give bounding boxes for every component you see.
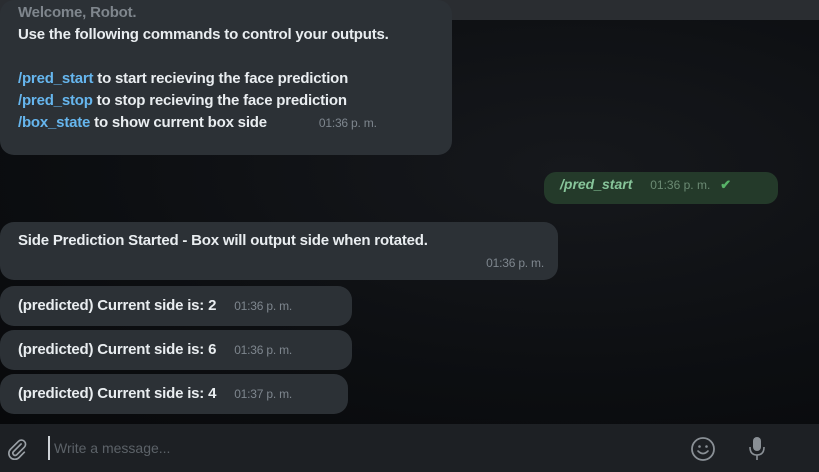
command-link-pred-start[interactable]: /pred_start xyxy=(18,70,94,87)
message-text: (predicted) Current side is: 6 xyxy=(18,341,217,358)
command-line: /box_state to show current box side 01:3… xyxy=(18,112,434,134)
check-icon: ✔ xyxy=(720,177,732,192)
message-timestamp: 01:36 p. m. xyxy=(486,256,544,270)
welcome-intro: Use the following commands to control yo… xyxy=(18,26,389,43)
welcome-title: Welcome, Robot. xyxy=(18,4,137,21)
command-line: /pred_start to start recieving the face … xyxy=(18,68,434,90)
command-line: /pred_stop to stop recieving the face pr… xyxy=(18,90,434,112)
message-input[interactable] xyxy=(48,436,648,460)
message-timestamp: 01:36 p. m. xyxy=(234,343,293,357)
emoji-icon[interactable] xyxy=(690,436,716,462)
outgoing-text: /pred_start xyxy=(560,176,633,192)
side-message: (predicted) Current side is: 4 01:37 p. … xyxy=(0,374,348,414)
message-text: (predicted) Current side is: 2 xyxy=(18,297,217,314)
composer-bar xyxy=(0,424,819,472)
prediction-started-message: Side Prediction Started - Box will outpu… xyxy=(0,222,558,280)
side-message: (predicted) Current side is: 6 01:36 p. … xyxy=(0,330,352,370)
command-link-pred-stop[interactable]: /pred_stop xyxy=(18,92,93,109)
paperclip-icon[interactable] xyxy=(6,438,28,460)
chat-area: Welcome, Robot. Use the following comman… xyxy=(0,0,819,424)
command-desc: to stop recieving the face prediction xyxy=(92,92,347,109)
command-desc: to show current box side xyxy=(90,114,267,131)
side-message: (predicted) Current side is: 2 01:36 p. … xyxy=(0,286,352,326)
command-link-box-state[interactable]: /box_state xyxy=(18,114,90,131)
message-timestamp: 01:36 p. m. xyxy=(650,178,711,192)
message-timestamp: 01:36 p. m. xyxy=(234,299,293,313)
microphone-icon[interactable] xyxy=(748,436,766,462)
message-timestamp: 01:36 p. m. xyxy=(318,116,377,130)
message-timestamp: 01:37 p. m. xyxy=(234,387,293,401)
message-text: Side Prediction Started - Box will outpu… xyxy=(18,232,428,249)
outgoing-message: /pred_start 01:36 p. m. ✔ xyxy=(544,172,778,204)
message-text: (predicted) Current side is: 4 xyxy=(18,385,217,402)
welcome-message: Welcome, Robot. Use the following comman… xyxy=(0,0,452,155)
command-desc: to start recieving the face prediction xyxy=(93,70,349,87)
